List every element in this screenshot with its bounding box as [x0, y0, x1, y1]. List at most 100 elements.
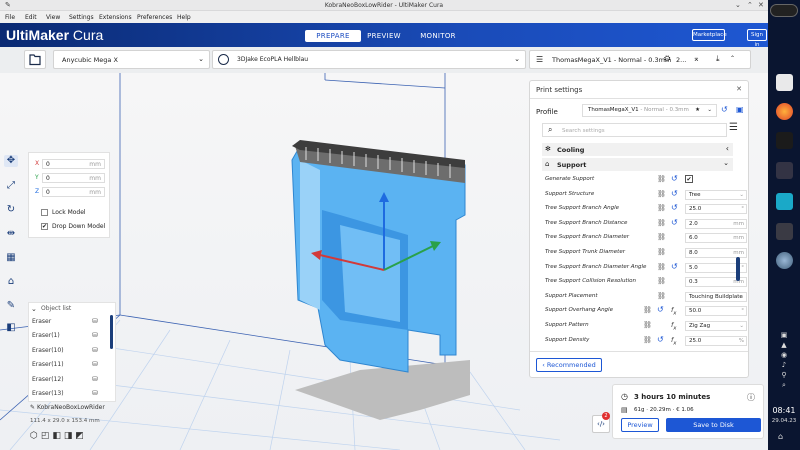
link-icon[interactable]: ⛓ [657, 277, 666, 285]
search-input[interactable]: ⌕ Search settings [542, 123, 727, 137]
settings-scrollbar[interactable] [736, 257, 740, 281]
link-icon[interactable]: ⛓ [657, 233, 666, 241]
power-icon[interactable] [770, 4, 798, 17]
browser-icon[interactable] [776, 252, 793, 269]
printer-selector[interactable]: Anycubic Mega X ⌄ [53, 50, 210, 69]
profile-dropdown[interactable]: ThomasMegaX_V1 - Normal - 0.3mm ★ ⌄ [582, 104, 717, 117]
setting-value[interactable]: 25.0% [685, 335, 747, 346]
setting-value[interactable]: 50.0 ° [685, 306, 747, 317]
move-tool-icon[interactable]: ✥ [4, 155, 18, 167]
lock-model-checkbox[interactable] [41, 209, 48, 216]
reset-icon[interactable]: ↺ [671, 189, 678, 198]
link-icon[interactable]: ⛓ [643, 306, 652, 314]
chevron-down-icon[interactable]: ⌄ [31, 305, 37, 313]
tab-prepare[interactable]: PREPARE [305, 30, 361, 42]
setting-value[interactable]: Touching Buildplate ⌄ [685, 291, 747, 302]
list-item[interactable]: Eraser ⛁ [32, 316, 112, 326]
firefox-icon[interactable] [776, 103, 793, 120]
link-icon[interactable]: ⛓ [657, 175, 666, 183]
list-item[interactable]: Eraser(12) ⛁ [32, 374, 112, 384]
material-selector[interactable]: 3DJake EcoPLA Hellblau ⌄ [212, 50, 526, 69]
category-support[interactable]: ⌂ Support ⌄ [542, 158, 733, 171]
object-list-title: Object list [41, 305, 72, 312]
recommended-button[interactable]: ‹ Recommended [536, 358, 602, 372]
list-item[interactable]: Eraser(11) ⛁ [32, 359, 112, 369]
reset-icon[interactable]: ↺ [721, 105, 728, 114]
app-icon[interactable] [776, 162, 793, 179]
menu-view[interactable]: View [46, 14, 60, 21]
scale-tool-icon[interactable]: ⤢ [5, 180, 17, 192]
reset-icon[interactable]: ↺ [671, 203, 678, 212]
setting-checkbox[interactable]: ✔ [685, 175, 693, 183]
y-field[interactable]: 0 mm [42, 173, 105, 183]
function-icon[interactable]: fx [671, 321, 677, 331]
setting-name: Support Overhang Angle [545, 307, 613, 314]
setting-value[interactable]: 25.0 ° [685, 204, 747, 215]
menu-edit[interactable]: Edit [25, 14, 37, 21]
list-item[interactable]: Eraser(10) ⛁ [32, 345, 112, 355]
open-file-button[interactable] [24, 50, 46, 69]
tab-preview[interactable]: PREVIEW [360, 30, 408, 42]
close-icon[interactable]: ✕ [736, 85, 742, 93]
function-icon[interactable]: fx [671, 336, 677, 346]
link-icon[interactable]: ⛓ [657, 204, 666, 212]
save-to-disk-button[interactable]: Save to Disk [666, 418, 761, 432]
clock-date: 29.04.23 [771, 418, 797, 424]
category-cooling[interactable]: ✻ Cooling ‹ [542, 143, 733, 156]
reset-icon[interactable]: ↺ [671, 218, 678, 227]
maximize-button[interactable]: ⌃ [747, 1, 753, 9]
per-model-settings-icon[interactable]: ▦ [5, 252, 17, 264]
signin-button[interactable]: Sign in [747, 29, 767, 48]
mirror-tool-icon[interactable]: ⇹ [5, 228, 17, 240]
menu-preferences[interactable]: Preferences [137, 14, 172, 21]
reset-icon[interactable]: ↺ [671, 174, 678, 183]
close-button[interactable]: ✕ [758, 1, 764, 9]
chevron-down-icon: ⌄ [514, 55, 520, 63]
terminal-icon[interactable] [776, 132, 793, 149]
reset-icon[interactable]: ↺ [671, 262, 678, 271]
preview-button[interactable]: Preview [621, 418, 659, 432]
menu-extensions[interactable]: Extensions [99, 14, 132, 21]
menu-file[interactable]: File [5, 14, 15, 21]
list-item[interactable]: Eraser(1) ⛁ [32, 330, 112, 340]
setting-row: Tree Support Branch Diameter Angle ⛓ ↺ 5.0 ° [544, 261, 747, 275]
list-item[interactable]: Eraser(13) ⛁ [32, 388, 112, 398]
tab-monitor[interactable]: MONITOR [414, 30, 462, 42]
minimize-button[interactable]: ⌄ [735, 1, 741, 9]
menu-icon[interactable]: ☰ [729, 122, 738, 133]
tray-icons[interactable]: ▣ ▲ ◉ ♪ ⚲ ⌕ [775, 330, 793, 390]
link-icon[interactable]: ⛓ [657, 219, 666, 227]
support-blocker-icon[interactable]: ⌂ [5, 276, 17, 288]
cutting-tool-icon[interactable]: ◧ [5, 322, 17, 334]
print-setup-selector[interactable]: ☰ ThomasMegaX_V1 - Normal - 0.3mm ⛭ 2...… [529, 50, 751, 69]
cura-app-icon[interactable] [776, 74, 793, 91]
measure-tool-icon[interactable]: ✎ [5, 300, 17, 312]
link-icon[interactable]: ⛓ [643, 321, 652, 329]
menu-settings[interactable]: Settings [69, 14, 94, 21]
link-icon[interactable]: ⛓ [657, 190, 666, 198]
rotate-tool-icon[interactable]: ↻ [5, 204, 17, 216]
view-orientation-controls[interactable]: ⬡◰◧◨◩ [30, 431, 87, 441]
menu-help[interactable]: Help [177, 14, 191, 21]
setting-value[interactable]: 2.0 mm [685, 218, 747, 229]
link-icon[interactable]: ⛓ [657, 292, 666, 300]
x-field[interactable]: 0 mm [42, 159, 105, 169]
inkscape-icon[interactable] [776, 223, 793, 240]
reset-icon[interactable]: ↺ [657, 305, 664, 314]
function-icon[interactable]: fx [671, 306, 677, 316]
cura-active-icon[interactable] [776, 193, 793, 210]
setting-value[interactable]: Zig Zag ⌄ [685, 321, 747, 331]
z-field[interactable]: 0 mm [42, 187, 105, 197]
drop-down-checkbox[interactable]: ✔ [41, 223, 48, 230]
link-icon[interactable]: ⛓ [657, 263, 666, 271]
setting-value[interactable]: 6.0 mm [685, 233, 747, 244]
reset-icon[interactable]: ↺ [657, 335, 664, 344]
divider [530, 98, 748, 99]
link-icon[interactable]: ⛓ [657, 248, 666, 256]
link-icon[interactable]: ⛓ [643, 336, 652, 344]
setting-value[interactable]: Tree ⌄ [685, 189, 747, 200]
info-icon[interactable]: ⓘ [747, 392, 755, 403]
save-icon[interactable]: ▣ [736, 105, 744, 114]
marketplace-button[interactable]: Marketplace [692, 29, 727, 41]
notifications-icon[interactable]: ⌂ [778, 432, 783, 441]
